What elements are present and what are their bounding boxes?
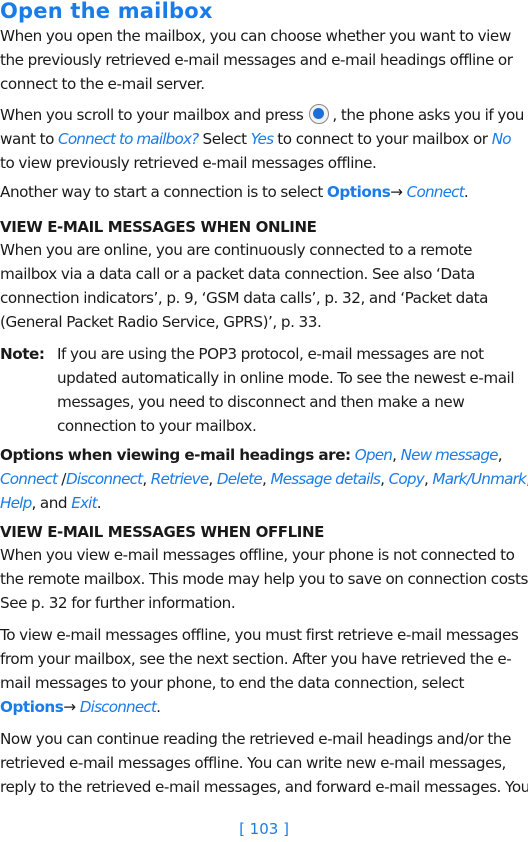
menu-options: Options [0,698,64,716]
option-retrieve: Retrieve [150,470,209,488]
continue-paragraph: Now you can continue reading the retriev… [0,727,528,799]
text-line: from your mailbox, see the next section.… [0,650,512,668]
separator: . [96,494,102,512]
text-line: connect to the e-mail server. [0,75,205,93]
text-line: messages, you need to disconnect and the… [57,393,465,411]
text-span: . [156,698,161,716]
text-line: Another way to start a connection is to … [0,180,528,204]
option-disconnect: Disconnect [65,470,143,488]
menu-item-disconnect: Disconnect [79,698,157,716]
separator: , [142,470,151,488]
section-heading-offline: VIEW E-MAIL MESSAGES WHEN OFFLINE [0,523,324,541]
arrow-icon: → [390,183,407,201]
text-line: See p. 32 for further information. [0,594,236,612]
option-message-details: Message details [270,470,381,488]
options-label: Options when viewing e-mail headings are… [0,446,351,464]
offline-paragraph: When you view e-mail messages offline, y… [0,543,528,615]
intro-paragraph: When you open the mailbox, you can choos… [0,24,528,96]
text-line: When you open the mailbox, you can choos… [0,27,511,45]
options-list-paragraph: Options when viewing e-mail headings are… [0,443,528,515]
text-line: When you are online, you are continuousl… [0,241,473,259]
option-yes: Yes [250,130,274,148]
separator: , [392,446,401,464]
text-line: reply to the retrieved e-mail messages, … [0,778,528,796]
arrow-icon: → [63,698,80,716]
text-line: Now you can continue reading the retriev… [0,730,511,748]
text-line: (General Packet Radio Service, GPRS)’, p… [0,313,322,331]
separator: , [208,470,217,488]
retrieve-paragraph: To view e-mail messages offline, you mus… [0,623,528,719]
separator: , [380,470,389,488]
text-line: When you view e-mail messages offline, y… [0,546,515,564]
text-span: Another way to start a connection is to … [0,183,327,201]
note-body: If you are using the POP3 protocol, e-ma… [57,342,527,438]
text-line: the previously retrieved e-mail messages… [0,51,513,69]
note-block: Note: If you are using the POP3 protocol… [0,342,528,442]
text-span: want to [0,130,59,148]
text-span: Select [198,130,251,148]
option-copy: Copy [388,470,425,488]
option-exit: Exit [71,494,97,512]
options-connect-paragraph: Another way to start a connection is to … [0,180,528,204]
text-line: to view previously retrieved e-mail mess… [0,154,377,172]
text-line: mail messages to your phone, to end the … [0,674,465,692]
navi-key-select-icon [309,104,330,124]
text-line: If you are using the POP3 protocol, e-ma… [57,345,484,363]
text-line: mailbox via a data call or a packet data… [0,265,475,283]
option-mark-unmark: Mark/Unmark [432,470,527,488]
online-paragraph: When you are online, you are continuousl… [0,238,528,334]
menu-options: Options [326,183,391,201]
note-label: Note: [0,345,45,363]
option-no: No [491,130,512,148]
text-line: the remote mailbox. This mode may help y… [0,570,528,588]
text-line: Options when viewing e-mail headings are… [0,443,528,467]
text-line: To view e-mail messages offline, you mus… [0,626,519,644]
menu-item-connect: Connect [406,183,465,201]
section-heading-online: VIEW E-MAIL MESSAGES WHEN ONLINE [0,218,317,236]
text-line: updated automatically in online mode. To… [57,369,515,387]
separator: , and [31,494,72,512]
text-line: retrieved e-mail messages offline. You c… [0,754,506,772]
text-span: to connect to your mailbox or [273,130,492,148]
page-title: Open the mailbox [0,0,213,23]
text-span: , the phone asks you if you [332,106,524,124]
prompt-connect-to-mailbox: Connect to mailbox? [58,130,199,148]
text-line: connection indicators’, p. 9, ‘GSM data … [0,289,489,307]
connect-paragraph: When you scroll to your mailbox and pres… [0,103,528,175]
separator: / [57,470,66,488]
text-line: Options→ Disconnect. [0,695,528,719]
option-open: Open [354,446,393,464]
text-line: want to Connect to mailbox? Select Yes t… [0,127,528,151]
text-span: When you scroll to your mailbox and pres… [0,106,304,124]
option-connect: Connect [0,470,58,488]
text-span: . [463,183,469,201]
text-line: Help, and Exit. [0,491,528,515]
separator: , [497,446,503,464]
text-line: connection to your mailbox. [57,417,257,435]
text-line: When you scroll to your mailbox and pres… [0,103,528,127]
option-delete: Delete [216,470,263,488]
page-number: [ 103 ] [239,820,289,838]
option-new-message: New message [400,446,499,464]
text-line: Connect /Disconnect, Retrieve, Delete, M… [0,467,528,491]
option-help: Help [0,494,32,512]
